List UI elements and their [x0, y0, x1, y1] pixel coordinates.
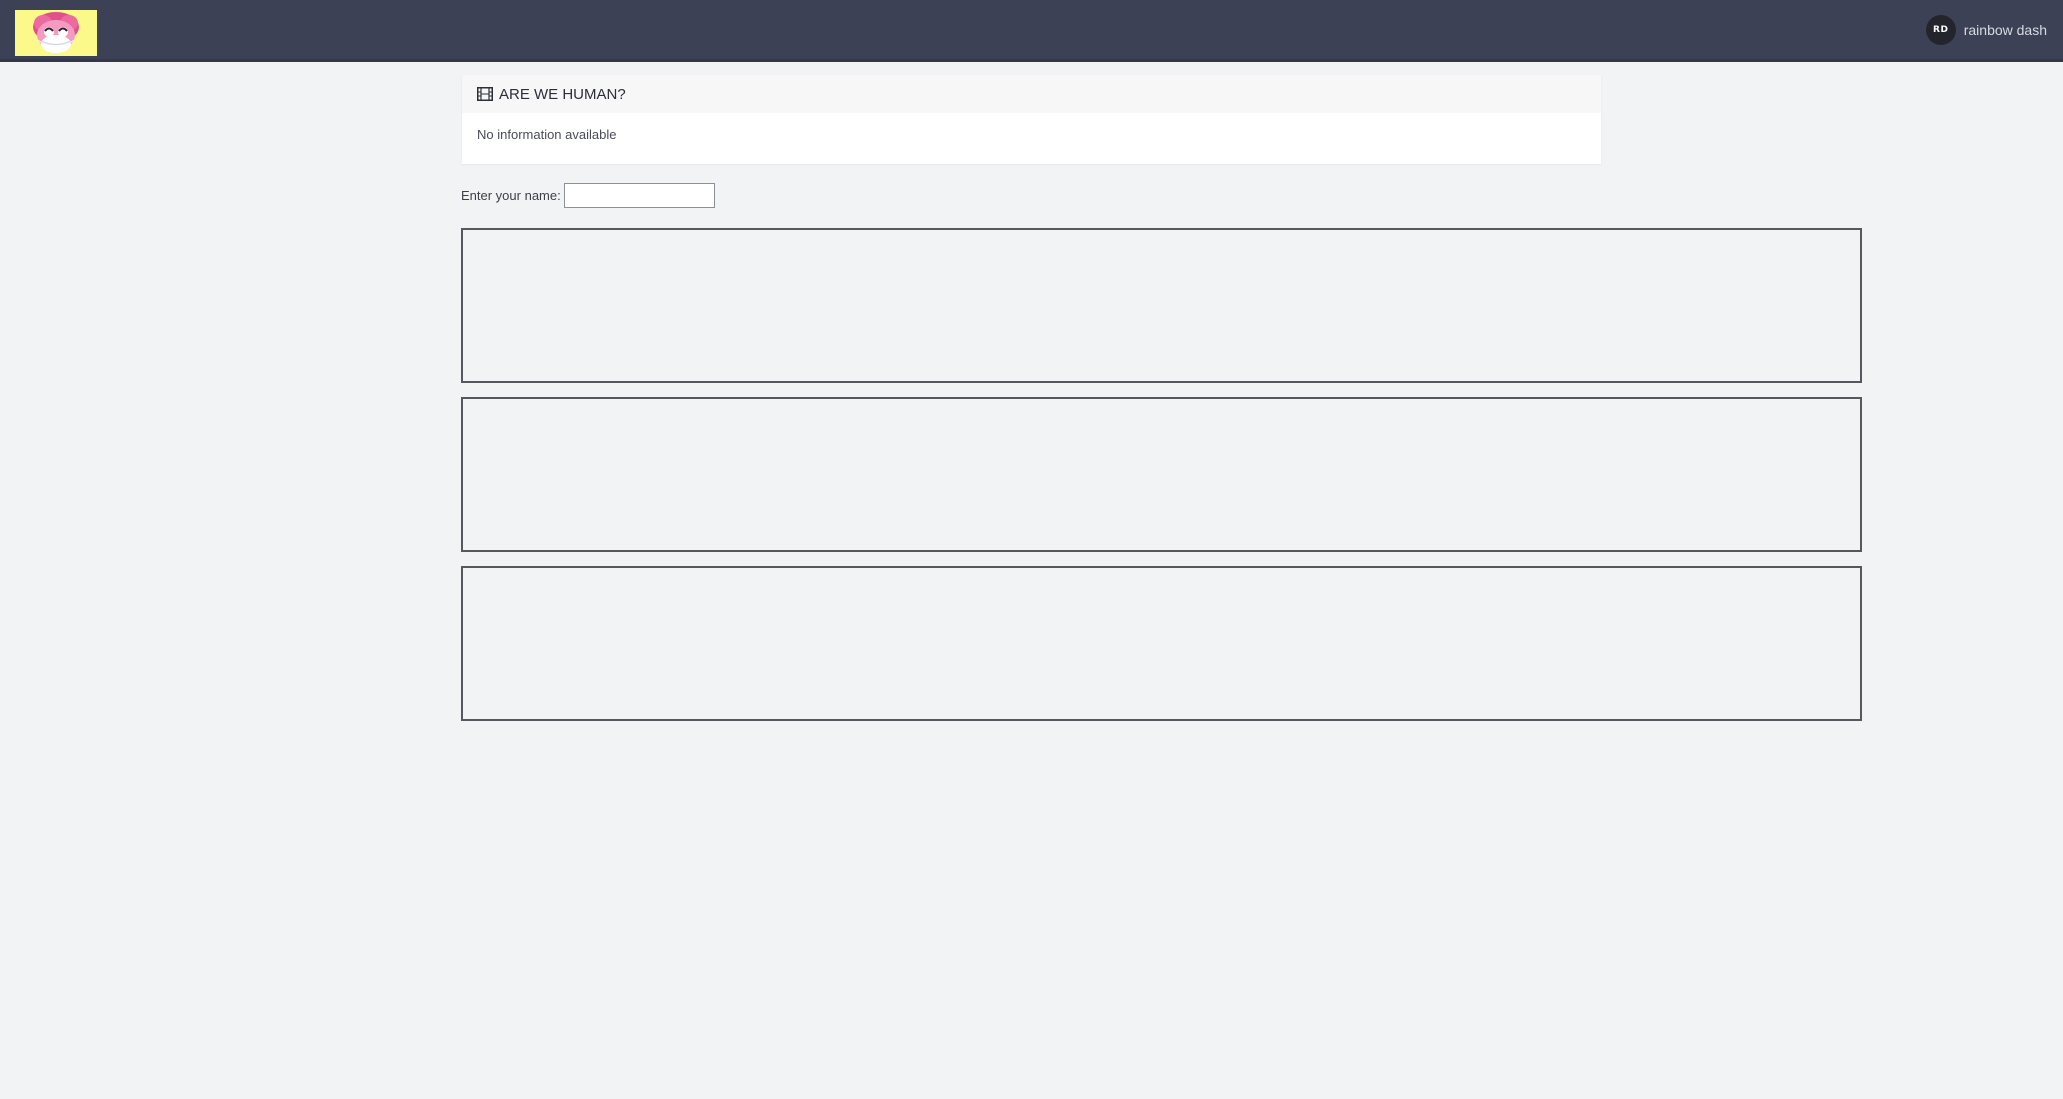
user-menu[interactable]: RD rainbow dash [1925, 15, 2047, 45]
name-input[interactable] [563, 183, 715, 208]
username[interactable]: rainbow dash [1964, 22, 2047, 38]
name-form: Enter your name: [461, 183, 715, 208]
content-frame-1 [461, 228, 1862, 383]
avatar[interactable]: RD [1925, 15, 1956, 45]
card-title: ARE WE HUMAN? [499, 85, 626, 103]
card-header: ARE WE HUMAN? [462, 75, 1601, 113]
logo[interactable] [15, 10, 97, 56]
top-navbar: RD rainbow dash [0, 0, 2063, 62]
pony-face-logo-icon [33, 12, 79, 53]
film-icon [477, 87, 493, 101]
content-frame-2 [461, 397, 1862, 552]
name-label: Enter your name: [461, 188, 561, 203]
card-body-text: No information available [477, 127, 617, 142]
content-frame-3 [461, 566, 1862, 721]
info-card: ARE WE HUMAN? No information available [462, 75, 1601, 164]
